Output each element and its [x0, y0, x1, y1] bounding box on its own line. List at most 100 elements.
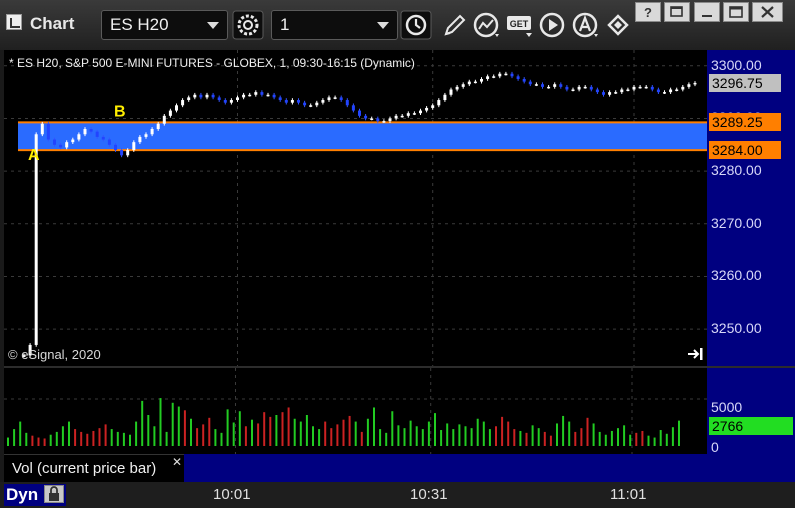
minimize-button[interactable]: [694, 2, 720, 22]
close-button[interactable]: [752, 2, 783, 22]
candle-body: [565, 86, 569, 90]
candle-body: [339, 97, 343, 101]
question-icon: ?: [644, 5, 652, 20]
candle-body: [675, 89, 679, 91]
candle-body: [687, 84, 691, 87]
candle-body: [254, 92, 258, 95]
candle-body: [382, 121, 386, 123]
candle-body: [595, 89, 599, 93]
restore-icon: [670, 6, 683, 17]
title-bar: Chart ES H20 1 GET ?: [0, 0, 795, 50]
candle-body: [199, 94, 203, 98]
candle-body: [541, 84, 544, 87]
candle-body: [278, 97, 282, 101]
candle-body: [571, 89, 575, 91]
price-chart[interactable]: AB * ES H20, S&P 500 E-MINI FUTURES - GL…: [4, 50, 707, 366]
candle-body: [211, 94, 215, 98]
link-button[interactable]: [603, 10, 635, 40]
restore-button[interactable]: [664, 2, 690, 22]
candle-body: [589, 86, 593, 90]
time-axis[interactable]: Dyn 10:01 10:31 11:01: [0, 482, 795, 508]
candle-body: [455, 86, 459, 90]
candle-body: [376, 118, 380, 122]
chevron-down-icon[interactable]: [377, 22, 389, 29]
close-icon[interactable]: ✕: [172, 455, 182, 469]
candle-body: [205, 94, 209, 98]
maximize-button[interactable]: [723, 2, 749, 22]
volume-axis[interactable]: 5000 2766 0: [707, 368, 795, 455]
line-study-icon: [473, 12, 499, 38]
alerts-button[interactable]: [570, 10, 602, 40]
candle-body: [162, 115, 166, 124]
candle-body: [95, 131, 99, 137]
candle-body: [620, 89, 624, 93]
candle-body: [626, 89, 630, 91]
time-template-button[interactable]: [400, 10, 432, 40]
copyright-text: © eSignal, 2020: [8, 347, 101, 362]
candle-body: [547, 86, 551, 89]
candle-body: [364, 115, 368, 119]
candle-body: [236, 97, 239, 101]
svg-text:?: ?: [644, 5, 652, 20]
candle-body: [419, 110, 422, 114]
price-axis[interactable]: 3250.003260.003270.003280.003290.003300.…: [707, 50, 795, 366]
candle-body: [400, 115, 404, 118]
candle-body: [504, 73, 508, 76]
candle-body: [120, 150, 124, 156]
chevron-down-icon[interactable]: [207, 22, 219, 29]
symbol-combo[interactable]: ES H20: [101, 10, 228, 40]
volume-last-tag: 2766: [709, 417, 793, 435]
candle-body: [260, 92, 264, 95]
draw-button[interactable]: [438, 10, 470, 40]
candle-body: [89, 129, 93, 132]
scroll-end-icon: [688, 348, 703, 360]
candle-body: [614, 92, 618, 94]
volume-chart[interactable]: [4, 368, 707, 454]
price-axis-label: 3250.00: [711, 320, 762, 337]
get-label: GET: [510, 19, 529, 29]
candle-body: [492, 76, 496, 78]
candle-body: [358, 110, 361, 116]
maximize-icon: [729, 6, 743, 18]
lock-button[interactable]: [44, 485, 64, 503]
label-a: A: [28, 147, 40, 164]
candle-body: [248, 94, 252, 97]
candle-body: [132, 142, 136, 151]
replay-button[interactable]: [537, 10, 569, 40]
close-icon: [761, 6, 774, 18]
candle-body: [126, 150, 130, 156]
candle-body: [370, 118, 374, 120]
label-b: B: [114, 103, 126, 120]
candle-body: [510, 73, 514, 77]
time-label: 11:01: [610, 486, 647, 503]
volume-legend[interactable]: Vol (current price bar) ✕: [4, 454, 184, 482]
candle-body: [168, 110, 172, 116]
help-button[interactable]: ?: [635, 2, 661, 22]
candle-body: [498, 73, 502, 77]
candle-body: [193, 94, 197, 98]
scroll-to-end-button[interactable]: [687, 347, 705, 361]
candle-body: [65, 142, 69, 148]
get-icon: GET: [507, 16, 532, 37]
candle-body: [461, 84, 465, 87]
candle-body: [534, 84, 538, 86]
studies-button[interactable]: [471, 10, 503, 40]
candle-body: [406, 113, 410, 116]
candle-body: [608, 92, 612, 95]
candle-body: [71, 139, 75, 143]
candle-body: [486, 76, 490, 79]
candle-body: [467, 81, 471, 85]
candle-body: [559, 84, 563, 87]
candle-body: [632, 86, 636, 90]
get-button[interactable]: GET: [504, 10, 536, 40]
candle-body: [40, 123, 44, 135]
candle-body: [83, 129, 87, 135]
legend-strip-right: [707, 454, 795, 482]
candle-body: [681, 86, 685, 90]
price-axis-label: 3260.00: [711, 267, 762, 284]
settings-button[interactable]: [232, 10, 264, 40]
candle-body: [229, 100, 233, 103]
candle-body: [217, 97, 221, 101]
candle-body: [59, 144, 63, 148]
interval-combo[interactable]: 1: [271, 10, 398, 40]
